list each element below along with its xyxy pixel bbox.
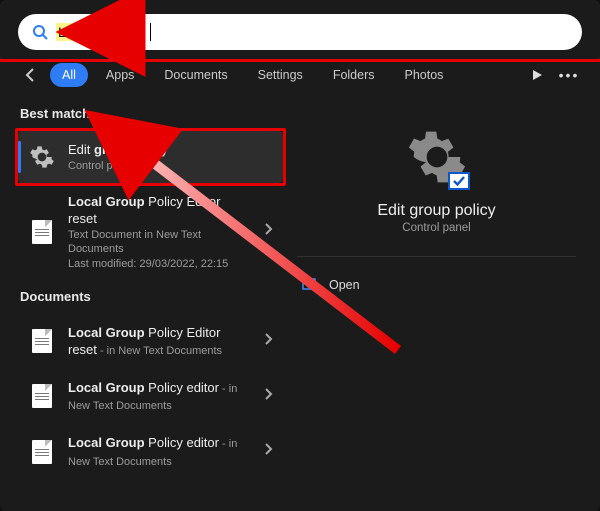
- divider: [297, 256, 576, 257]
- document-icon: [28, 438, 56, 466]
- more-icon[interactable]: •••: [556, 62, 582, 88]
- result-title: Edit group policy: [68, 141, 273, 159]
- tab-folders[interactable]: Folders: [321, 63, 387, 87]
- open-action[interactable]: Open: [297, 271, 576, 299]
- preview-pane: Edit group policy Control panel Open: [291, 98, 594, 503]
- chevron-right-icon: [263, 442, 273, 461]
- filter-tabs: All Apps Documents Settings Folders Phot…: [0, 58, 600, 94]
- section-documents: Documents: [18, 281, 283, 314]
- result-item[interactable]: Local Group Policy editor - in New Text …: [18, 424, 283, 479]
- search-input[interactable]: Local Group: [18, 14, 582, 50]
- tab-photos[interactable]: Photos: [393, 63, 456, 87]
- chevron-right-icon: [263, 332, 273, 351]
- document-icon: [28, 327, 56, 355]
- text-cursor: [150, 23, 151, 41]
- search-query-text: Local Group: [56, 23, 140, 41]
- result-title: Local Group Policy Editor reset: [68, 193, 251, 228]
- section-best-match: Best match: [18, 98, 283, 131]
- gear-icon: [406, 126, 468, 188]
- results-list: Best match Edit group policy Control pan…: [18, 98, 283, 503]
- tab-documents[interactable]: Documents: [152, 63, 239, 87]
- tab-all[interactable]: All: [50, 63, 88, 87]
- preview-subtitle: Control panel: [402, 222, 470, 234]
- result-subtitle: Text Document in New Text Documents: [68, 228, 251, 257]
- result-title: Local Group Policy editor - in New Text …: [68, 379, 251, 414]
- result-subtitle: Last modified: 29/03/2022, 22:15: [68, 257, 251, 271]
- result-subtitle: Control panel: [68, 159, 273, 173]
- tab-settings[interactable]: Settings: [246, 63, 315, 87]
- open-icon: [301, 277, 317, 293]
- back-button[interactable]: [18, 62, 44, 88]
- result-title: Local Group Policy editor - in New Text …: [68, 434, 251, 469]
- search-icon: [32, 24, 48, 40]
- selection-accent: [18, 141, 21, 173]
- document-icon: [28, 218, 56, 246]
- result-title: Local Group Policy Editor reset - in New…: [68, 324, 251, 359]
- result-best-match[interactable]: Edit group policy Control panel: [18, 131, 283, 183]
- document-icon: [28, 382, 56, 410]
- preview-title: Edit group policy: [377, 202, 495, 220]
- chevron-right-icon: [263, 387, 273, 406]
- result-item[interactable]: Local Group Policy Editor reset - in New…: [18, 314, 283, 369]
- open-label: Open: [329, 278, 360, 292]
- checkmark-icon: [448, 172, 470, 190]
- play-icon[interactable]: [524, 62, 550, 88]
- chevron-right-icon: [263, 222, 273, 241]
- result-item[interactable]: Local Group Policy editor - in New Text …: [18, 369, 283, 424]
- result-item[interactable]: Local Group Policy Editor reset Text Doc…: [18, 183, 283, 281]
- gear-icon: [28, 143, 56, 171]
- tab-apps[interactable]: Apps: [94, 63, 147, 87]
